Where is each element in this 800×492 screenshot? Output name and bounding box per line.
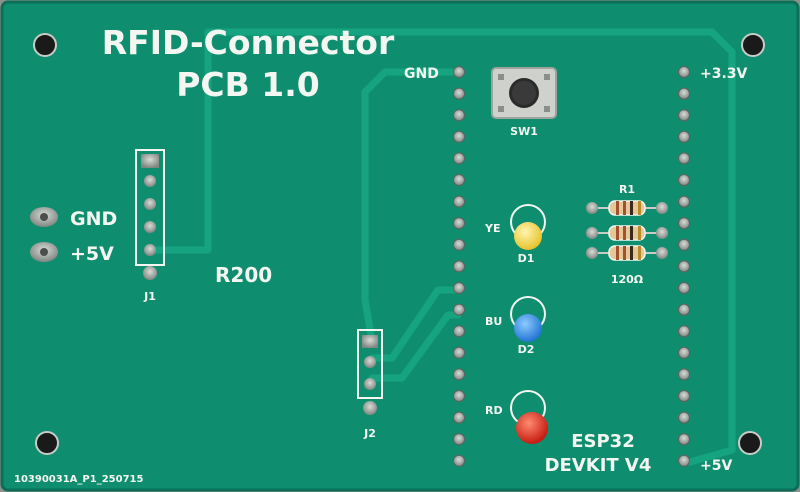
gnd-header-label: GND (404, 66, 439, 82)
header-pin (678, 433, 690, 446)
rfid-connector-pcb: RFID-Connector PCB 1.0 GND +5V J1 R200 J… (0, 0, 800, 492)
header-pin (678, 454, 690, 467)
header-pin (678, 87, 690, 100)
header-pin (453, 217, 465, 230)
header-pin (453, 411, 465, 424)
header-pin (453, 238, 465, 251)
header-pin (678, 174, 690, 186)
header-pin (678, 66, 690, 78)
rd-label: RD (485, 404, 503, 417)
r1-label: R1 (619, 183, 635, 196)
header-pin (453, 368, 465, 381)
j2-label: J2 (363, 427, 376, 440)
header-pin (453, 174, 465, 186)
resistor-value-label: 120Ω (611, 273, 644, 286)
v5-pad (30, 242, 58, 262)
bu-label: BU (485, 315, 502, 328)
d1-label: D1 (518, 252, 535, 265)
header-pin (678, 411, 690, 424)
v5-label-left: +5V (70, 243, 114, 265)
header-pin (453, 152, 465, 165)
header-pin (453, 433, 465, 446)
header-pin (453, 303, 465, 316)
header-pin (453, 390, 465, 402)
header-pin (678, 390, 690, 402)
header-pin (678, 368, 690, 381)
board-title: RFID-Connector (102, 23, 395, 62)
header-pin (678, 303, 690, 316)
r200-label: R200 (215, 263, 272, 287)
v5-header-label: +5V (700, 458, 732, 474)
board-version: PCB 1.0 (176, 65, 320, 104)
header-pin (678, 152, 690, 165)
sw1-label: SW1 (510, 125, 538, 138)
gnd-label-left: GND (70, 208, 117, 230)
v33-label: +3.3V (700, 66, 748, 82)
part-number: 10390031A_P1_250715 (14, 474, 143, 485)
header-pin (453, 109, 465, 122)
header-pin (453, 454, 465, 467)
header-pin (453, 87, 465, 100)
header-pin (678, 346, 690, 359)
sw1-push-button (491, 67, 557, 119)
header-pin (678, 260, 690, 273)
header-pin (453, 282, 465, 294)
header-pin (678, 130, 690, 143)
header-pin (453, 195, 465, 208)
header-pin (678, 217, 690, 230)
header-pin (678, 109, 690, 122)
header-pin (678, 325, 690, 338)
header-pin (453, 260, 465, 273)
header-pin (678, 282, 690, 294)
header-pin (453, 325, 465, 338)
header-pin (453, 66, 465, 78)
header-pin (678, 195, 690, 208)
devkit-label: DEVKIT V4 (545, 455, 652, 476)
header-pin (678, 238, 690, 251)
header-pin (453, 130, 465, 143)
header-pin (453, 346, 465, 359)
esp32-label: ESP32 (571, 431, 635, 452)
j1-label: J1 (143, 290, 156, 303)
gnd-pad (30, 207, 58, 227)
ye-label: YE (484, 222, 500, 235)
d2-label: D2 (518, 343, 535, 356)
